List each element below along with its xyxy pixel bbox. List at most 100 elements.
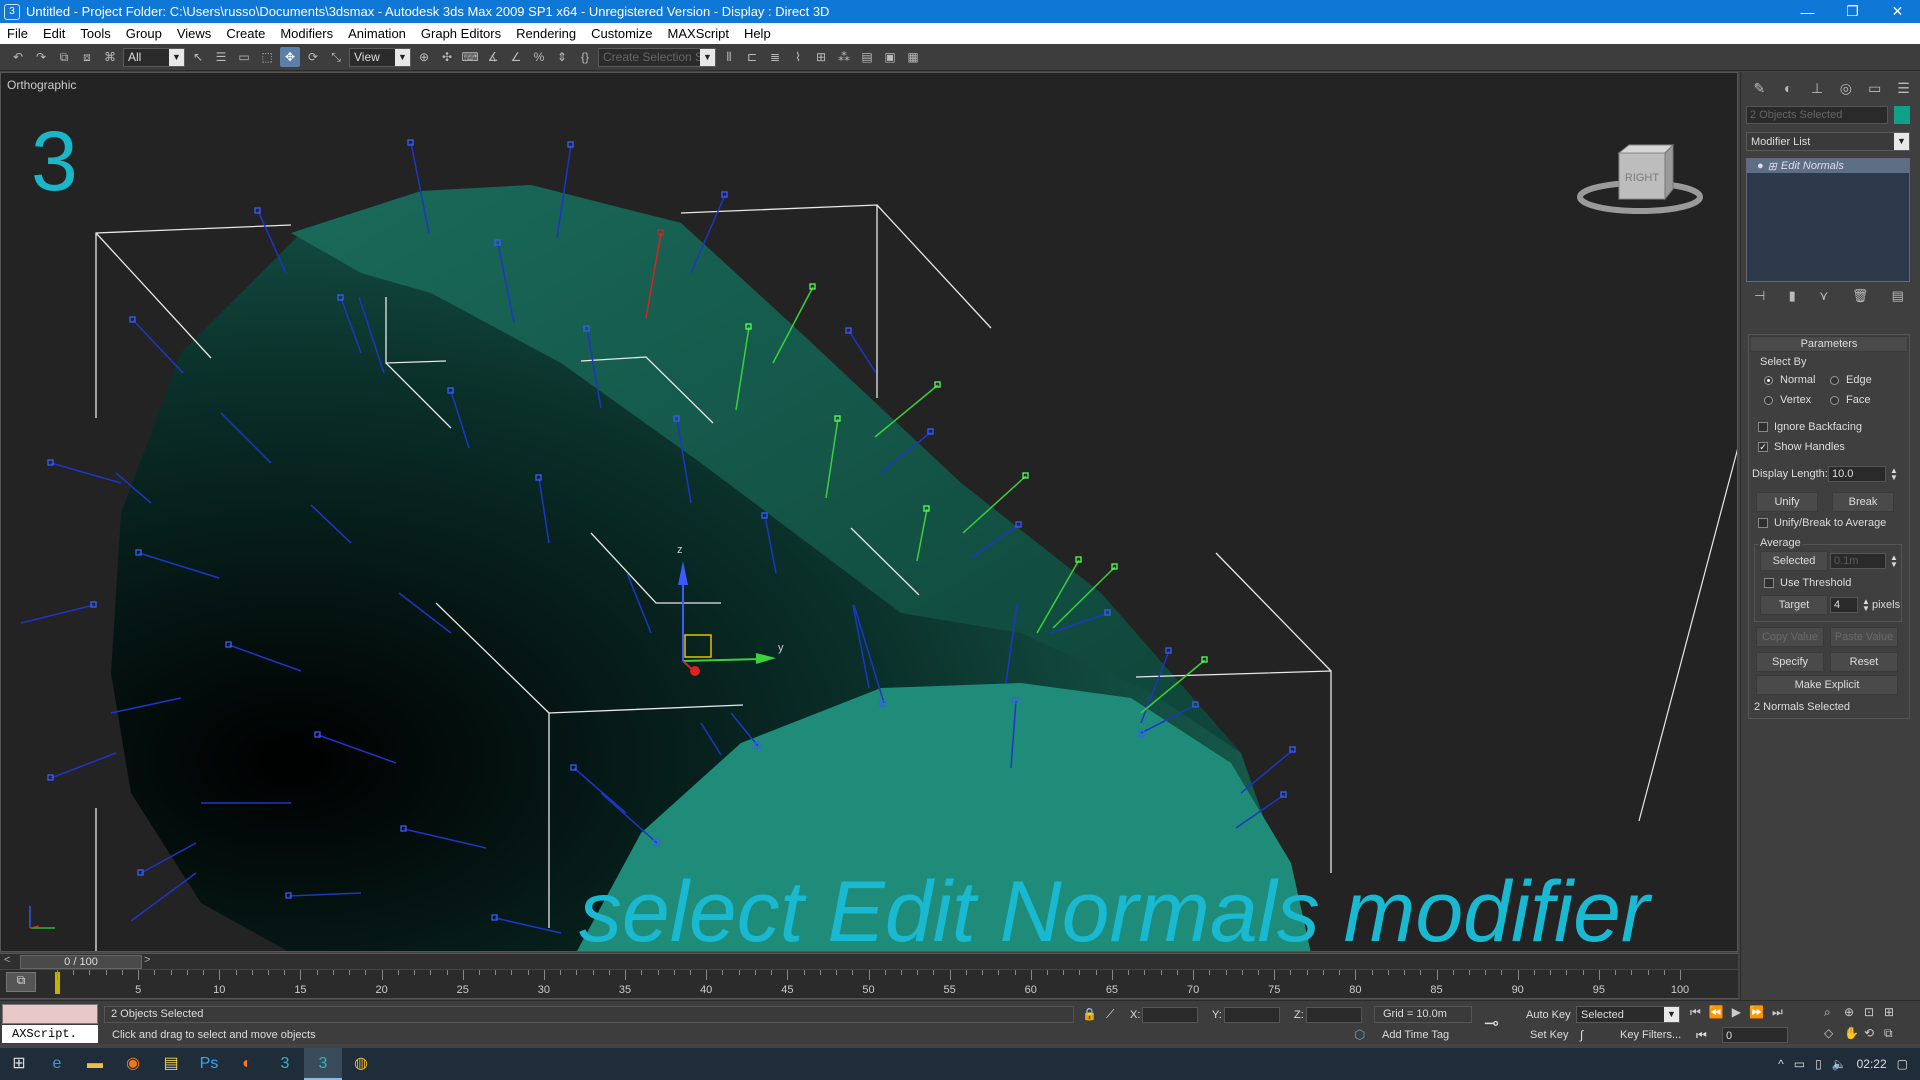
menu-tools[interactable]: Tools [73, 26, 118, 41]
network-icon[interactable]: ▭ [1794, 1057, 1805, 1071]
menu-views[interactable]: Views [170, 26, 219, 41]
unify-button[interactable]: Unify [1756, 492, 1818, 512]
window-crossing-icon[interactable]: ⬚ [257, 47, 277, 67]
select-by-vertex-radio[interactable] [1764, 396, 1773, 405]
absolute-mode-icon[interactable]: ⟋ [1106, 1007, 1114, 1022]
make-explicit-button[interactable]: Make Explicit [1756, 675, 1898, 695]
expand-icon[interactable]: ⊞ [1768, 160, 1777, 173]
zoom-icon[interactable]: ⌕ [1824, 1005, 1844, 1020]
select-and-rotate-icon[interactable]: ⟳ [303, 47, 323, 67]
menu-animation[interactable]: Animation [341, 26, 414, 41]
track-bar[interactable]: ⧉ 5 10 15 20 25 30 35 40 45 50 55 60 65 70 75 80 85 90 95 1… [0, 970, 1738, 999]
menu-help[interactable]: Help [737, 26, 779, 41]
minimize-button[interactable]: — [1785, 4, 1830, 20]
notepad-icon[interactable]: ▤ [152, 1048, 190, 1080]
menu-edit[interactable]: Edit [36, 26, 73, 41]
parameters-rollout-header[interactable]: Parameters [1750, 336, 1908, 352]
percent-snap-icon[interactable]: % [529, 47, 549, 67]
undo-icon[interactable]: ↶ [8, 47, 28, 67]
firefox-icon[interactable]: ◉ [114, 1048, 152, 1080]
zoom-extents-all-icon[interactable]: ⊞ [1884, 1005, 1904, 1020]
average-target-button[interactable]: Target [1760, 595, 1828, 615]
rendered-frame-icon[interactable]: ▣ [880, 47, 900, 67]
time-next-icon[interactable]: > [144, 954, 150, 966]
current-frame-input[interactable]: 0 [1722, 1027, 1788, 1043]
key-tangent-icon[interactable]: ∫ [1580, 1028, 1583, 1042]
maxscript-mini-listener[interactable]: AXScript. [2, 1025, 98, 1043]
reset-button[interactable]: Reset [1830, 652, 1898, 672]
quick-render-icon[interactable]: ▦ [903, 47, 923, 67]
menu-file[interactable]: File [0, 26, 36, 41]
specify-button[interactable]: Specify [1756, 652, 1824, 672]
bind-space-warp-icon[interactable]: ⌘ [100, 47, 120, 67]
set-key-icon[interactable]: ⊸ [1484, 1013, 1499, 1034]
named-selection-dropdown[interactable]: Create Selection Se ▼ [598, 47, 716, 67]
restore-button[interactable]: ❐ [1830, 3, 1875, 20]
selection-filter-dropdown[interactable]: All ▼ [123, 47, 185, 67]
go-to-start-icon[interactable]: ⏮ [1690, 1005, 1701, 1020]
play-icon[interactable]: ▶ [1732, 1005, 1741, 1020]
link-icon[interactable]: ⧉ [54, 47, 74, 67]
snaps-toggle-icon[interactable]: ∡ [483, 47, 503, 67]
z-coord-input[interactable] [1306, 1007, 1362, 1023]
select-by-edge-radio[interactable] [1830, 376, 1839, 385]
motion-tab-icon[interactable]: ◎ [1835, 78, 1856, 98]
menu-graph-editors[interactable]: Graph Editors [414, 26, 509, 41]
target-pixels-input[interactable]: 4 [1830, 597, 1858, 613]
next-frame-icon[interactable]: ⏩ [1749, 1005, 1764, 1020]
schematic-view-icon[interactable]: ⊞ [811, 47, 831, 67]
orthographic-viewport[interactable]: z y Orthographic 3 select Edit Normals m… [0, 72, 1738, 952]
file-explorer-icon[interactable]: ▬ [76, 1048, 114, 1080]
time-tag-icon[interactable]: ⬡ [1354, 1027, 1365, 1043]
3ds-max-app-icon[interactable]: 3 [4, 3, 20, 20]
windows-start-icon[interactable]: ⊞ [0, 1048, 38, 1080]
menu-create[interactable]: Create [219, 26, 273, 41]
make-unique-icon[interactable]: ⋎ [1819, 288, 1829, 308]
paste-value-button[interactable]: Paste Value [1830, 627, 1898, 647]
field-of-view-icon[interactable]: ◇ [1824, 1026, 1844, 1041]
display-tab-icon[interactable]: ▭ [1864, 78, 1885, 98]
target-spinner[interactable]: ▲ ▼ [1862, 598, 1870, 613]
align-icon[interactable]: ⊏ [742, 47, 762, 67]
display-length-spinner[interactable]: ▲ ▼ [1890, 467, 1898, 482]
time-prev-icon[interactable]: < [4, 954, 10, 966]
mini-curve-editor-icon[interactable]: ⧉ [6, 972, 36, 992]
go-to-end-icon[interactable]: ⏭ [1772, 1005, 1783, 1020]
select-and-scale-icon[interactable]: ⤡ [326, 47, 346, 67]
zoom-all-icon[interactable]: ⊕ [1844, 1005, 1864, 1020]
utilities-tab-icon[interactable]: ☰ [1893, 78, 1914, 98]
menu-modifiers[interactable]: Modifiers [273, 26, 341, 41]
create-tab-icon[interactable]: ✎ [1749, 78, 1770, 98]
viewport-label[interactable]: Orthographic [7, 78, 76, 92]
material-editor-icon[interactable]: ⁂ [834, 47, 854, 67]
unify-break-average-checkbox[interactable] [1758, 518, 1768, 528]
select-by-face-radio[interactable] [1830, 396, 1839, 405]
hierarchy-tab-icon[interactable]: ⊥ [1807, 78, 1828, 98]
viewcube[interactable]: RIGHT [1575, 135, 1705, 225]
threshold-spinner[interactable]: ▲ ▼ [1890, 554, 1898, 569]
remove-modifier-icon[interactable]: 🗑 [1852, 288, 1869, 308]
key-mode-dropdown[interactable]: Selected ▼ [1576, 1006, 1680, 1023]
manipulate-icon[interactable]: ✣ [437, 47, 457, 67]
curve-editor-icon[interactable]: ⌇ [788, 47, 808, 67]
previous-frame-icon[interactable]: ⏪ [1709, 1005, 1724, 1020]
keyboard-shortcut-icon[interactable]: ⌨ [460, 47, 480, 67]
spinner-snap-icon[interactable]: ⇕ [552, 47, 572, 67]
auto-key-button[interactable]: Auto Key [1526, 1009, 1571, 1021]
pivot-center-icon[interactable]: ⊕ [414, 47, 434, 67]
3dsmax-icon[interactable]: 3 [266, 1048, 304, 1080]
select-by-normal-radio[interactable] [1764, 376, 1773, 385]
add-time-tag-button[interactable]: Add Time Tag [1382, 1029, 1449, 1041]
object-name-field[interactable]: 2 Objects Selected [1746, 106, 1888, 124]
angle-snap-icon[interactable]: ∠ [506, 47, 526, 67]
ignore-backfacing-checkbox[interactable] [1758, 422, 1768, 432]
photoshop-icon[interactable]: Ps [190, 1048, 228, 1080]
volume-icon[interactable]: 🔈 [1832, 1057, 1847, 1071]
mirror-icon[interactable]: ⫴ [719, 47, 739, 67]
clock[interactable]: 02:22 [1857, 1057, 1887, 1071]
menu-group[interactable]: Group [119, 26, 170, 41]
reference-coordinate-dropdown[interactable]: View ▼ [349, 47, 411, 67]
tray-chevron-icon[interactable]: ^ [1778, 1057, 1784, 1071]
object-color-swatch[interactable] [1894, 106, 1910, 124]
break-button[interactable]: Break [1832, 492, 1894, 512]
